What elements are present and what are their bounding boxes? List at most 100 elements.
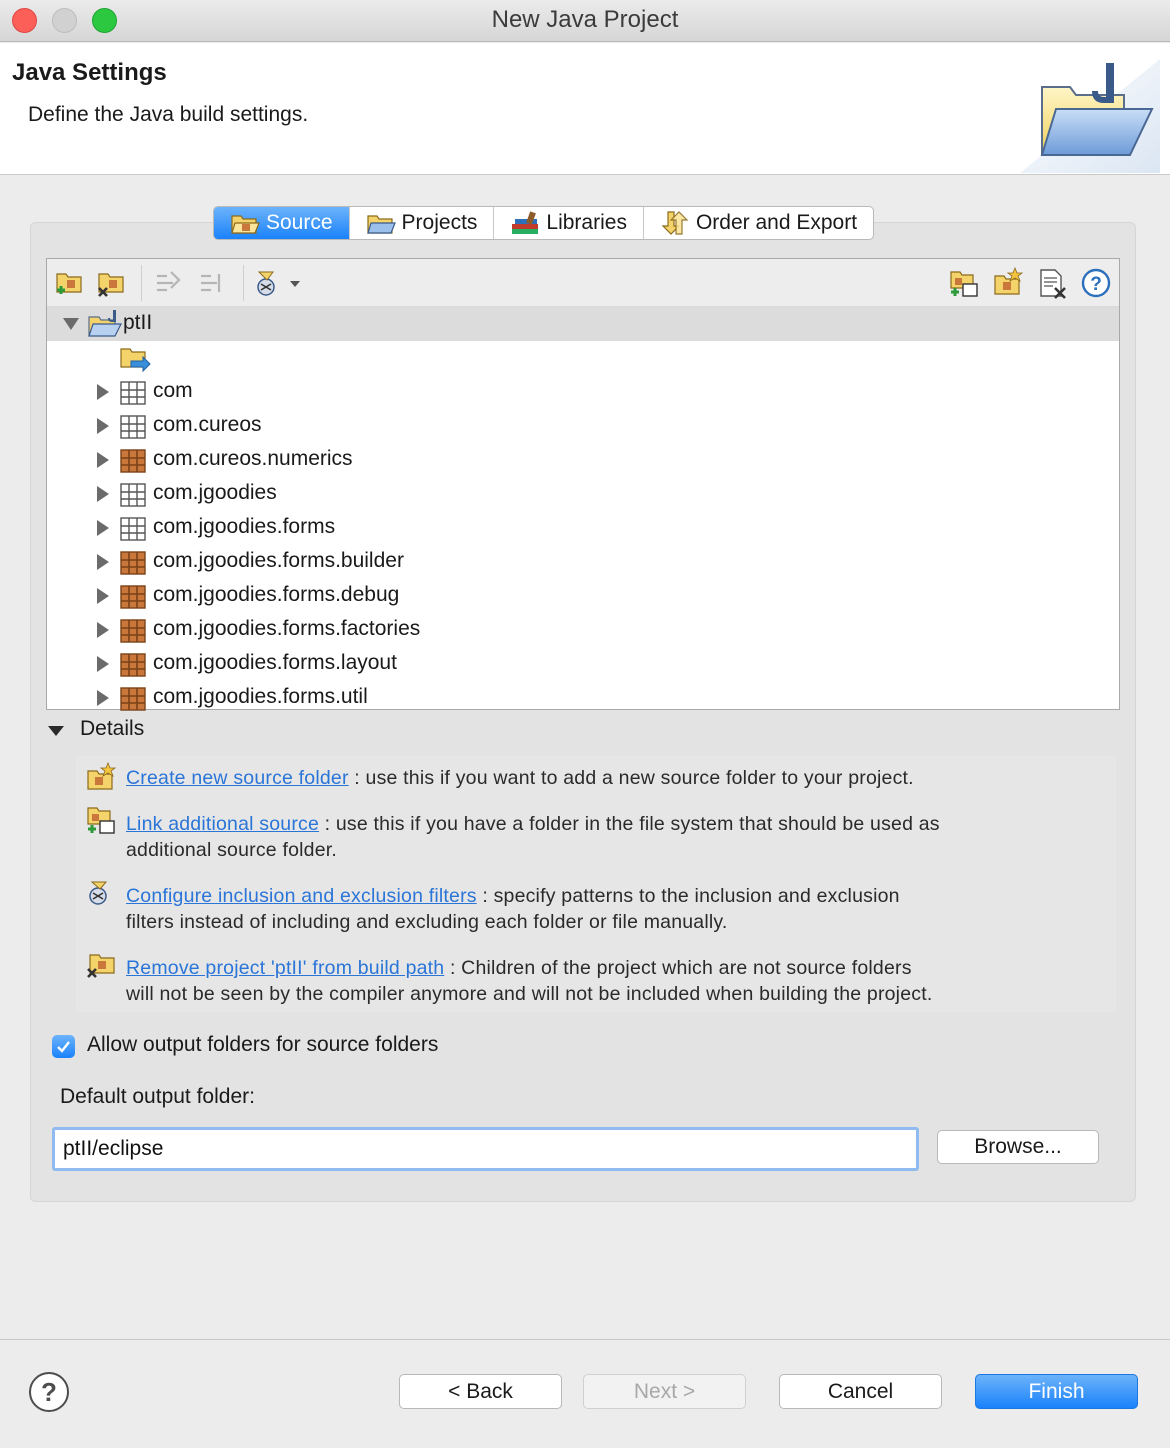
cancel-button[interactable]: Cancel [779,1374,942,1409]
java-project-icon [88,310,122,337]
package-empty-icon [119,380,147,406]
detail-configure-filters: Configure inclusion and exclusion filter… [126,883,1106,935]
help-button[interactable]: ? [29,1372,69,1412]
detail-create-source-folder: Create new source folder : use this if y… [126,765,1106,791]
new-source-folder-icon[interactable] [991,266,1025,300]
window-titlebar: New Java Project [0,0,1170,42]
remove-source-folder-icon[interactable] [95,266,129,300]
detail-link-additional-source: Link additional source : use this if you… [126,811,1106,863]
expand-arrow-icon[interactable] [97,418,109,434]
expand-arrow-icon[interactable] [97,384,109,400]
order-export-icon [661,211,689,235]
link-in-icon[interactable] [151,266,185,300]
expand-arrow-icon[interactable] [97,554,109,570]
detail-text: : use this if you want to add a new sour… [348,767,914,789]
source-tree-panel: ? ptII com com.cureos com.cureos.numerics c… [46,258,1120,711]
tab-source-label: Source [266,211,333,234]
link-source-icon [87,807,115,834]
package-label: com.cureos [153,413,262,436]
page-title: Java Settings [12,59,167,86]
tab-source[interactable]: Source [214,207,350,239]
package-label: com.jgoodies.forms.factories [153,617,421,640]
package-label: com.jgoodies.forms.builder [153,549,404,572]
link-source-icon[interactable] [947,266,981,300]
expand-arrow-icon[interactable] [97,690,109,706]
expand-arrow-icon[interactable] [97,588,109,604]
checkmark-icon [57,1041,70,1053]
button-bar-separator [0,1339,1170,1340]
tree-row-package[interactable]: com.jgoodies.forms.util [47,681,1119,715]
tree-toolbar: ? [47,259,1119,307]
output-folder-icon [120,348,151,373]
expand-arrow-icon[interactable] [97,520,109,536]
remove-icon[interactable] [1035,266,1069,300]
remove-project-link[interactable]: Remove project 'ptII' from build path [126,957,444,979]
wizard-header: Java Settings Define the Java build sett… [0,43,1170,175]
create-source-folder-link[interactable]: Create new source folder [126,767,349,789]
default-output-folder-input[interactable] [52,1127,919,1171]
package-label: com.jgoodies [153,481,277,504]
next-button[interactable]: Next > [583,1374,746,1409]
chevron-down-icon[interactable] [289,279,301,289]
help-icon[interactable]: ? [1079,266,1113,300]
allow-output-folders-checkbox[interactable] [52,1035,75,1058]
detail-text: : specify patterns to the inclusion and … [476,885,900,907]
package-label: com.jgoodies.forms.util [153,685,368,708]
expand-arrow-icon[interactable] [97,452,109,468]
details-panel: Create new source folder : use this if y… [76,756,1116,1012]
package-label: com.jgoodies.forms.layout [153,651,397,674]
svg-text:?: ? [1090,274,1102,295]
tab-order-export[interactable]: Order and Export [644,207,873,239]
package-label: com.jgoodies.forms [153,515,336,538]
package-icon [119,652,147,678]
expand-arrow-icon[interactable] [97,656,109,672]
tree-row-package[interactable]: com.jgoodies.forms.debug [47,579,1119,613]
tab-projects-label: Projects [401,211,478,234]
package-label: com.jgoodies.forms.debug [153,583,400,606]
tree-row-package[interactable]: com.jgoodies [47,477,1119,511]
package-empty-icon [119,414,147,440]
link-additional-source-link[interactable]: Link additional source [126,813,319,835]
configure-filters-link[interactable]: Configure inclusion and exclusion filter… [126,885,477,907]
tree-row-output-folder[interactable] [47,341,1119,375]
libraries-icon [512,211,539,234]
detail-text: filters instead of including and excludi… [126,911,728,933]
tree-row-package[interactable]: com.jgoodies.forms [47,511,1119,545]
tree-row-package[interactable]: com.jgoodies.forms.builder [47,545,1119,579]
package-icon [119,618,147,644]
tab-bar: Source Projects Libraries Order and Expo… [213,206,875,240]
detail-remove-project: Remove project 'ptII' from build path : … [126,955,1106,1007]
details-label: Details [80,717,145,740]
filter-config-icon[interactable] [253,266,287,300]
remove-project-icon [87,954,115,978]
detail-text: : Children of the project which are not … [444,957,912,979]
details-toggle[interactable] [48,726,64,736]
tree-row-package[interactable]: com.jgoodies.forms.layout [47,647,1119,681]
filter-config-icon [89,881,108,905]
back-button[interactable]: < Back [399,1374,562,1409]
expand-arrow-icon[interactable] [97,622,109,638]
tree-row-package[interactable]: com [47,375,1119,409]
add-source-folder-icon[interactable] [53,266,87,300]
tab-libraries[interactable]: Libraries [494,207,644,239]
package-label: com.cureos.numerics [153,447,353,470]
package-empty-icon [119,482,147,508]
tab-libraries-label: Libraries [546,211,627,234]
tree-row-package[interactable]: com.cureos [47,409,1119,443]
allow-output-folders-label[interactable]: Allow output folders for source folders [87,1033,438,1057]
link-out-icon[interactable] [195,266,229,300]
collapse-arrow-icon[interactable] [63,318,79,330]
expand-arrow-icon[interactable] [97,486,109,502]
tree-row-package[interactable]: com.cureos.numerics [47,443,1119,477]
source-folder-icon [231,215,260,234]
new-source-folder-icon [87,761,117,790]
package-icon [119,686,147,712]
browse-button[interactable]: Browse... [937,1130,1099,1164]
tree-root-row[interactable]: ptII [47,307,1119,341]
detail-text: additional source folder. [126,839,337,861]
tree-row-package[interactable]: com.jgoodies.forms.factories [47,613,1119,647]
toolbar-separator [141,265,142,301]
package-empty-icon [119,516,147,542]
finish-button[interactable]: Finish [975,1374,1138,1409]
tab-projects[interactable]: Projects [350,207,495,239]
